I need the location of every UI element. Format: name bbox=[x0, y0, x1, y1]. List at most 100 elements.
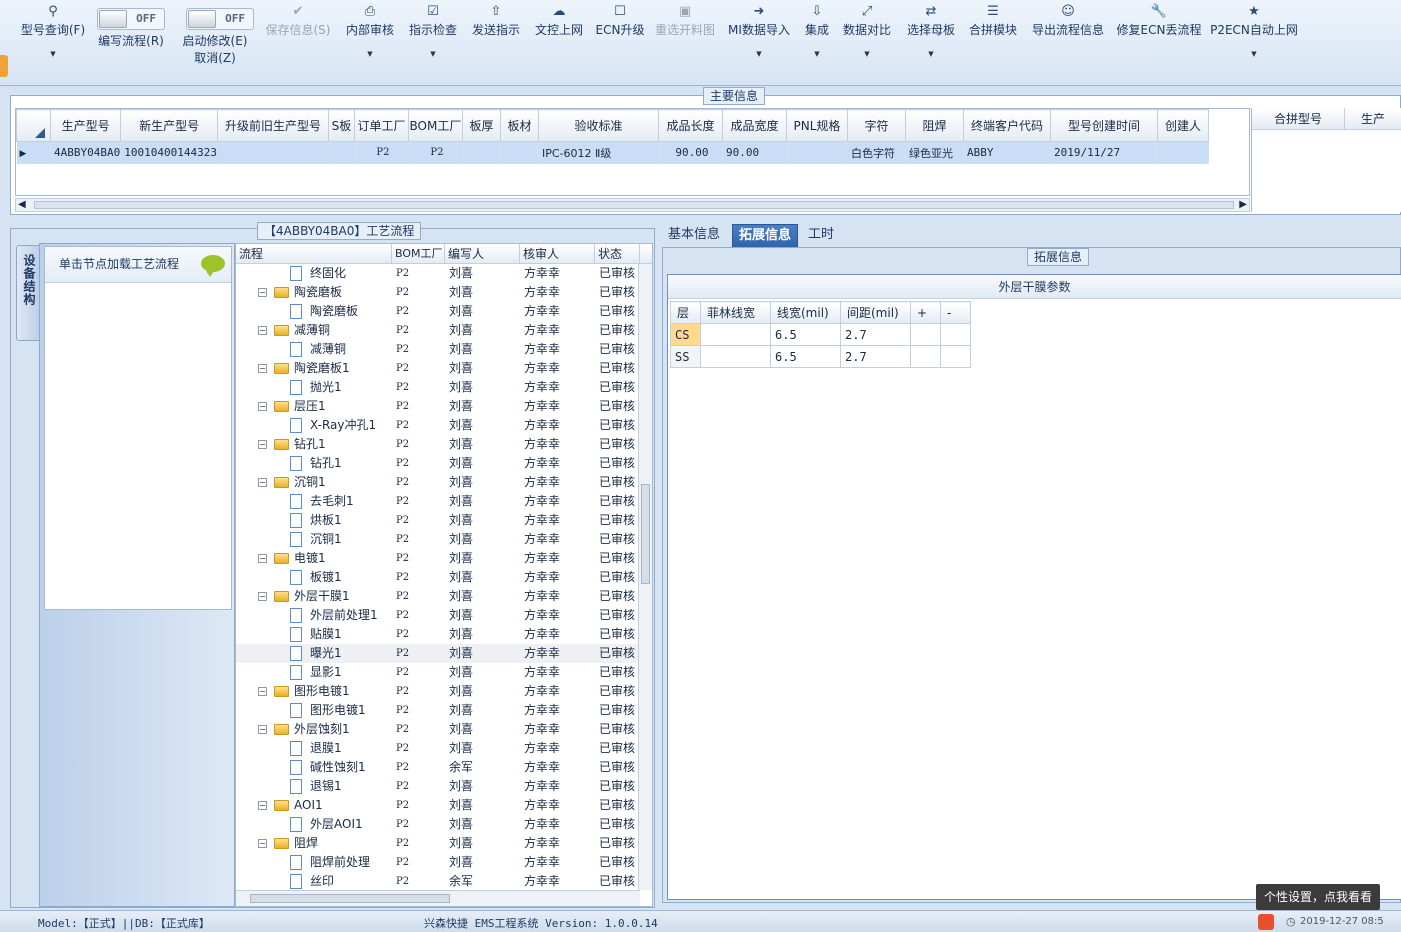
tree-row[interactable]: − 电镀1 P2 刘喜 方幸幸 已审核 bbox=[236, 549, 652, 568]
ecn-upgrade-button[interactable]: ☐ ECN升级 bbox=[594, 0, 646, 80]
collapse-toggle-icon[interactable]: − bbox=[258, 288, 267, 297]
select-all-corner[interactable] bbox=[16, 109, 51, 142]
tree-horizontal-scrollbar[interactable] bbox=[236, 890, 640, 906]
tree-row[interactable]: X-Ray冲孔1 P2 刘喜 方幸幸 已审核 bbox=[236, 416, 652, 435]
column-header[interactable]: 验收标准 bbox=[537, 109, 659, 142]
table-cell[interactable]: 绿色亚光 bbox=[905, 141, 964, 164]
select-mother-board-button[interactable]: ⇄ 选择母板 ▼ bbox=[903, 0, 959, 80]
reselect-map-button[interactable]: ▣ 重选开料图 bbox=[652, 0, 718, 80]
column-header[interactable]: 状态 bbox=[595, 244, 640, 263]
repair-ecn-button[interactable]: 🔧 修复ECN丢流程 bbox=[1115, 0, 1203, 80]
tree-row[interactable]: − 陶瓷磨板1 P2 刘喜 方幸幸 已审核 bbox=[236, 359, 652, 378]
scroll-right-icon[interactable]: ▶ bbox=[1239, 199, 1247, 211]
tree-node[interactable]: 外层前处理1 bbox=[236, 606, 392, 625]
collapse-toggle-icon[interactable]: − bbox=[258, 725, 267, 734]
tree-row[interactable]: 陶瓷磨板 P2 刘喜 方幸幸 已审核 bbox=[236, 302, 652, 321]
table-cell[interactable]: 白色字符 bbox=[847, 141, 906, 164]
export-flow-button[interactable]: ☺ 导出流程信息 bbox=[1028, 0, 1108, 80]
column-header[interactable]: + bbox=[910, 301, 941, 324]
tree-row[interactable]: − 陶瓷磨板 P2 刘喜 方幸幸 已审核 bbox=[236, 283, 652, 302]
collapse-toggle-icon[interactable]: − bbox=[258, 326, 267, 335]
column-header[interactable]: 成品长度 bbox=[657, 109, 723, 142]
tree-node[interactable]: − 外层干膜1 bbox=[236, 587, 392, 606]
tree-row[interactable]: − 沉铜1 P2 刘喜 方幸幸 已审核 bbox=[236, 473, 652, 492]
layer-cell[interactable]: SS bbox=[670, 345, 701, 368]
internal-review-button[interactable]: ⎙ 内部审核 ▼ bbox=[342, 0, 398, 80]
tree-node[interactable]: 图形电镀1 bbox=[236, 701, 392, 720]
tree-row[interactable]: 去毛刺1 P2 刘喜 方幸幸 已审核 bbox=[236, 492, 652, 511]
tree-node[interactable]: − 层压1 bbox=[236, 397, 392, 416]
tree-row[interactable]: 退锡1 P2 刘喜 方幸幸 已审核 bbox=[236, 777, 652, 796]
tree-node[interactable]: 烘板1 bbox=[236, 511, 392, 530]
process-tree[interactable]: 流程 BOM工厂 编写人 核审人 状态 终固化 P2 刘喜 方幸幸 已审核 − 陶瓷磨板 P2… bbox=[235, 243, 653, 907]
table-cell[interactable]: 90.00 bbox=[722, 141, 787, 164]
tree-row[interactable]: 沉铜1 P2 刘喜 方幸幸 已审核 bbox=[236, 530, 652, 549]
integrate-button[interactable]: ⇩ 集成 ▼ bbox=[800, 0, 834, 80]
structure-list[interactable]: 单击节点加载工艺流程 bbox=[44, 246, 232, 610]
column-header[interactable]: 核审人 bbox=[520, 244, 595, 263]
collapse-toggle-icon[interactable]: − bbox=[258, 839, 267, 848]
tree-node[interactable]: − 沉铜1 bbox=[236, 473, 392, 492]
column-header[interactable]: 型号创建时间 bbox=[1049, 109, 1158, 142]
edit-flow-label[interactable]: 编写流程(R) bbox=[92, 32, 170, 52]
tree-row[interactable]: − AOI1 P2 刘喜 方幸幸 已审核 bbox=[236, 796, 652, 815]
outer-dry-film-table[interactable]: 层菲林线宽 线宽(mil) 间距(mil) + - CS 6.5 2.7 SS 6.5 2.7 bbox=[670, 301, 971, 368]
column-header[interactable]: 创建人 bbox=[1156, 109, 1209, 142]
tree-node[interactable]: − AOI1 bbox=[236, 796, 392, 815]
collapse-toggle-icon[interactable]: − bbox=[258, 554, 267, 563]
column-header[interactable]: 间距(mil) bbox=[840, 301, 911, 324]
tree-node[interactable]: − 电镀1 bbox=[236, 549, 392, 568]
tree-row[interactable]: − 层压1 P2 刘喜 方幸幸 已审核 bbox=[236, 397, 652, 416]
tree-row[interactable]: 终固化 P2 刘喜 方幸幸 已审核 bbox=[236, 264, 652, 283]
table-cell[interactable]: P2 bbox=[354, 141, 409, 164]
tree-node[interactable]: 碱性蚀刻1 bbox=[236, 758, 392, 777]
column-header[interactable]: 编写人 bbox=[445, 244, 520, 263]
tree-node[interactable]: X-Ray冲孔1 bbox=[236, 416, 392, 435]
table-cell[interactable]: 2019/11/27 bbox=[1050, 141, 1158, 164]
merge-module-button[interactable]: ☰ 合拼模块 bbox=[966, 0, 1020, 80]
column-header[interactable]: S板 bbox=[327, 109, 355, 142]
speech-bubble-icon[interactable] bbox=[201, 255, 225, 277]
column-header[interactable]: 层 bbox=[670, 301, 701, 324]
edit-flow-toggle[interactable]: OFF bbox=[97, 8, 165, 33]
tree-row[interactable]: − 钻孔1 P2 刘喜 方幸幸 已审核 bbox=[236, 435, 652, 454]
column-header[interactable]: 线宽(mil) bbox=[770, 301, 841, 324]
send-guide-button[interactable]: ⇧ 发送指示 bbox=[468, 0, 524, 80]
column-header[interactable]: 终端客户代码 bbox=[962, 109, 1051, 142]
tree-row[interactable]: 显影1 P2 刘喜 方幸幸 已审核 bbox=[236, 663, 652, 682]
column-header[interactable]: 升级前旧生产型号 bbox=[216, 109, 329, 142]
tree-node[interactable]: 外层AOI1 bbox=[236, 815, 392, 834]
table-cell[interactable]: 2.7 bbox=[840, 345, 911, 368]
column-header[interactable]: 阻焊 bbox=[904, 109, 964, 142]
tree-node[interactable]: 阻焊前处理 bbox=[236, 853, 392, 872]
start-modify-label[interactable]: 启动修改(E) 取消(Z) bbox=[178, 32, 252, 72]
table-cell[interactable]: 2.7 bbox=[840, 323, 911, 346]
tree-vertical-scrollbar[interactable] bbox=[638, 264, 652, 890]
column-header[interactable]: 菲林线宽 bbox=[700, 301, 771, 324]
layer-cell[interactable]: CS bbox=[670, 323, 701, 346]
tree-node[interactable]: 沉铜1 bbox=[236, 530, 392, 549]
column-header[interactable]: 新生产型号 bbox=[120, 109, 218, 142]
table-cell[interactable] bbox=[1157, 141, 1209, 164]
column-header[interactable]: - bbox=[940, 301, 971, 324]
table-cell[interactable] bbox=[217, 141, 329, 164]
table-cell[interactable] bbox=[462, 141, 501, 164]
table-cell[interactable]: 6.5 bbox=[770, 345, 841, 368]
collapse-toggle-icon[interactable]: − bbox=[258, 478, 267, 487]
column-header[interactable]: 字符 bbox=[846, 109, 906, 142]
tree-node[interactable]: 退膜1 bbox=[236, 739, 392, 758]
tree-row[interactable]: 碱性蚀刻1 P2 余军 方幸幸 已审核 bbox=[236, 758, 652, 777]
table-cell[interactable] bbox=[700, 323, 771, 346]
column-header[interactable]: 板厚 bbox=[461, 109, 501, 142]
mi-import-button[interactable]: ➜ MI数据导入 ▼ bbox=[726, 0, 792, 80]
save-info-button[interactable]: ✔ 保存信息(S) bbox=[262, 0, 334, 80]
doc-upload-button[interactable]: ☁ 文控上网 bbox=[531, 0, 587, 80]
table-cell[interactable] bbox=[786, 141, 848, 164]
tree-node[interactable]: 退锡1 bbox=[236, 777, 392, 796]
column-header[interactable]: 生产 bbox=[1345, 108, 1401, 129]
tree-node[interactable]: 显影1 bbox=[236, 663, 392, 682]
table-row[interactable]: CS 6.5 2.7 bbox=[670, 323, 971, 346]
tree-node[interactable]: 减薄铜 bbox=[236, 340, 392, 359]
collapse-toggle-icon[interactable]: − bbox=[258, 364, 267, 373]
collapse-toggle-icon[interactable]: − bbox=[258, 687, 267, 696]
